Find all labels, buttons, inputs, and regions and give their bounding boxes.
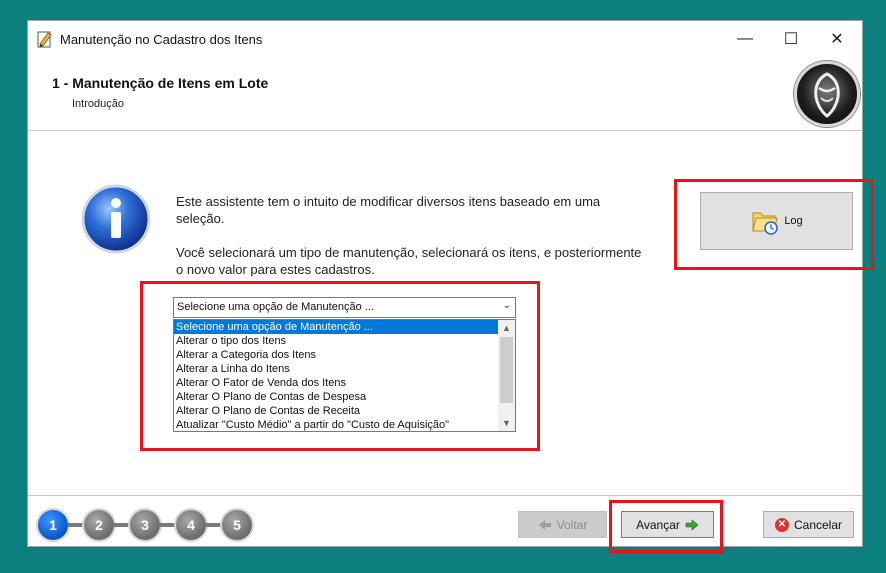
chevron-down-icon[interactable]: ⌄ [503, 300, 511, 311]
window-title: Manutenção no Cadastro dos Itens [60, 32, 263, 47]
dropdown-option[interactable]: Alterar o tipo dos Itens [174, 334, 499, 348]
step-2-indicator: 2 [84, 510, 114, 540]
step-1-indicator: 1 [38, 510, 68, 540]
wizard-header: 1 - Manutenção de Itens em Lote Introduç… [28, 57, 862, 130]
minimize-button[interactable]: — [722, 21, 768, 57]
footer-divider [28, 495, 862, 496]
back-button[interactable]: Voltar [518, 511, 607, 538]
intro-text: Este assistente tem o intuito de modific… [176, 193, 646, 295]
scroll-down-icon[interactable]: ▼ [498, 415, 515, 431]
step-3-indicator: 3 [130, 510, 160, 540]
step-title: 1 - Manutenção de Itens em Lote [52, 75, 269, 91]
intro-paragraph-2: Você selecionará um tipo de manutenção, … [176, 245, 642, 277]
info-icon [81, 184, 151, 254]
company-logo [794, 61, 860, 127]
step-connector [160, 523, 176, 527]
step-5-indicator: 5 [222, 510, 252, 540]
dropdown-scrollbar[interactable]: ▲ ▼ [498, 320, 515, 431]
next-button[interactable]: Avançar [621, 511, 714, 538]
step-subtitle: Introdução [72, 98, 124, 110]
next-button-label: Avançar [636, 517, 680, 532]
step-4-indicator: 4 [176, 510, 206, 540]
step-connector [206, 523, 222, 527]
app-pencil-icon [37, 31, 52, 48]
title-bar[interactable]: Manutenção no Cadastro dos Itens — ☐ ✕ [28, 21, 862, 57]
wizard-window: Manutenção no Cadastro dos Itens — ☐ ✕ 1… [27, 20, 863, 547]
dropdown-option[interactable]: Alterar a Linha do Itens [174, 362, 499, 376]
maintenance-type-select[interactable]: Selecione uma opção de Manutenção ... ⌄ [173, 297, 516, 318]
log-button-label: Log [784, 215, 803, 227]
cancel-button[interactable]: ✕ Cancelar [763, 511, 854, 538]
scroll-up-icon[interactable]: ▲ [498, 320, 515, 336]
dropdown-option[interactable]: Alterar O Plano de Contas de Receita [174, 404, 499, 418]
step-connector [68, 523, 84, 527]
intro-paragraph-1: Este assistente tem o intuito de modific… [176, 194, 601, 226]
back-button-label: Voltar [556, 517, 588, 532]
dropdown-option[interactable]: Alterar O Fator de Venda dos Itens [174, 376, 499, 390]
cancel-button-label: Cancelar [793, 517, 843, 532]
maintenance-select-value: Selecione uma opção de Manutenção ... [177, 301, 374, 313]
tribal-logo-icon [814, 72, 840, 118]
header-divider [28, 130, 862, 131]
cancel-x-icon: ✕ [774, 517, 789, 532]
arrow-left-icon [538, 519, 551, 530]
step-connector [114, 523, 130, 527]
dropdown-option[interactable]: Atualizar "Custo Médio" a partir do "Cus… [174, 418, 499, 431]
maximize-button[interactable]: ☐ [768, 21, 814, 57]
close-button[interactable]: ✕ [814, 21, 860, 57]
dropdown-option[interactable]: Selecione uma opção de Manutenção ... [174, 320, 499, 334]
arrow-right-icon [685, 518, 699, 531]
log-button[interactable]: Log [700, 192, 853, 250]
dropdown-option[interactable]: Alterar a Categoria dos Itens [174, 348, 499, 362]
dropdown-option[interactable]: Alterar O Plano de Contas de Despesa [174, 390, 499, 404]
folder-clock-icon [752, 212, 779, 235]
maintenance-dropdown-list[interactable]: Selecione uma opção de Manutenção ... Al… [173, 319, 516, 432]
scroll-thumb[interactable] [500, 337, 513, 403]
